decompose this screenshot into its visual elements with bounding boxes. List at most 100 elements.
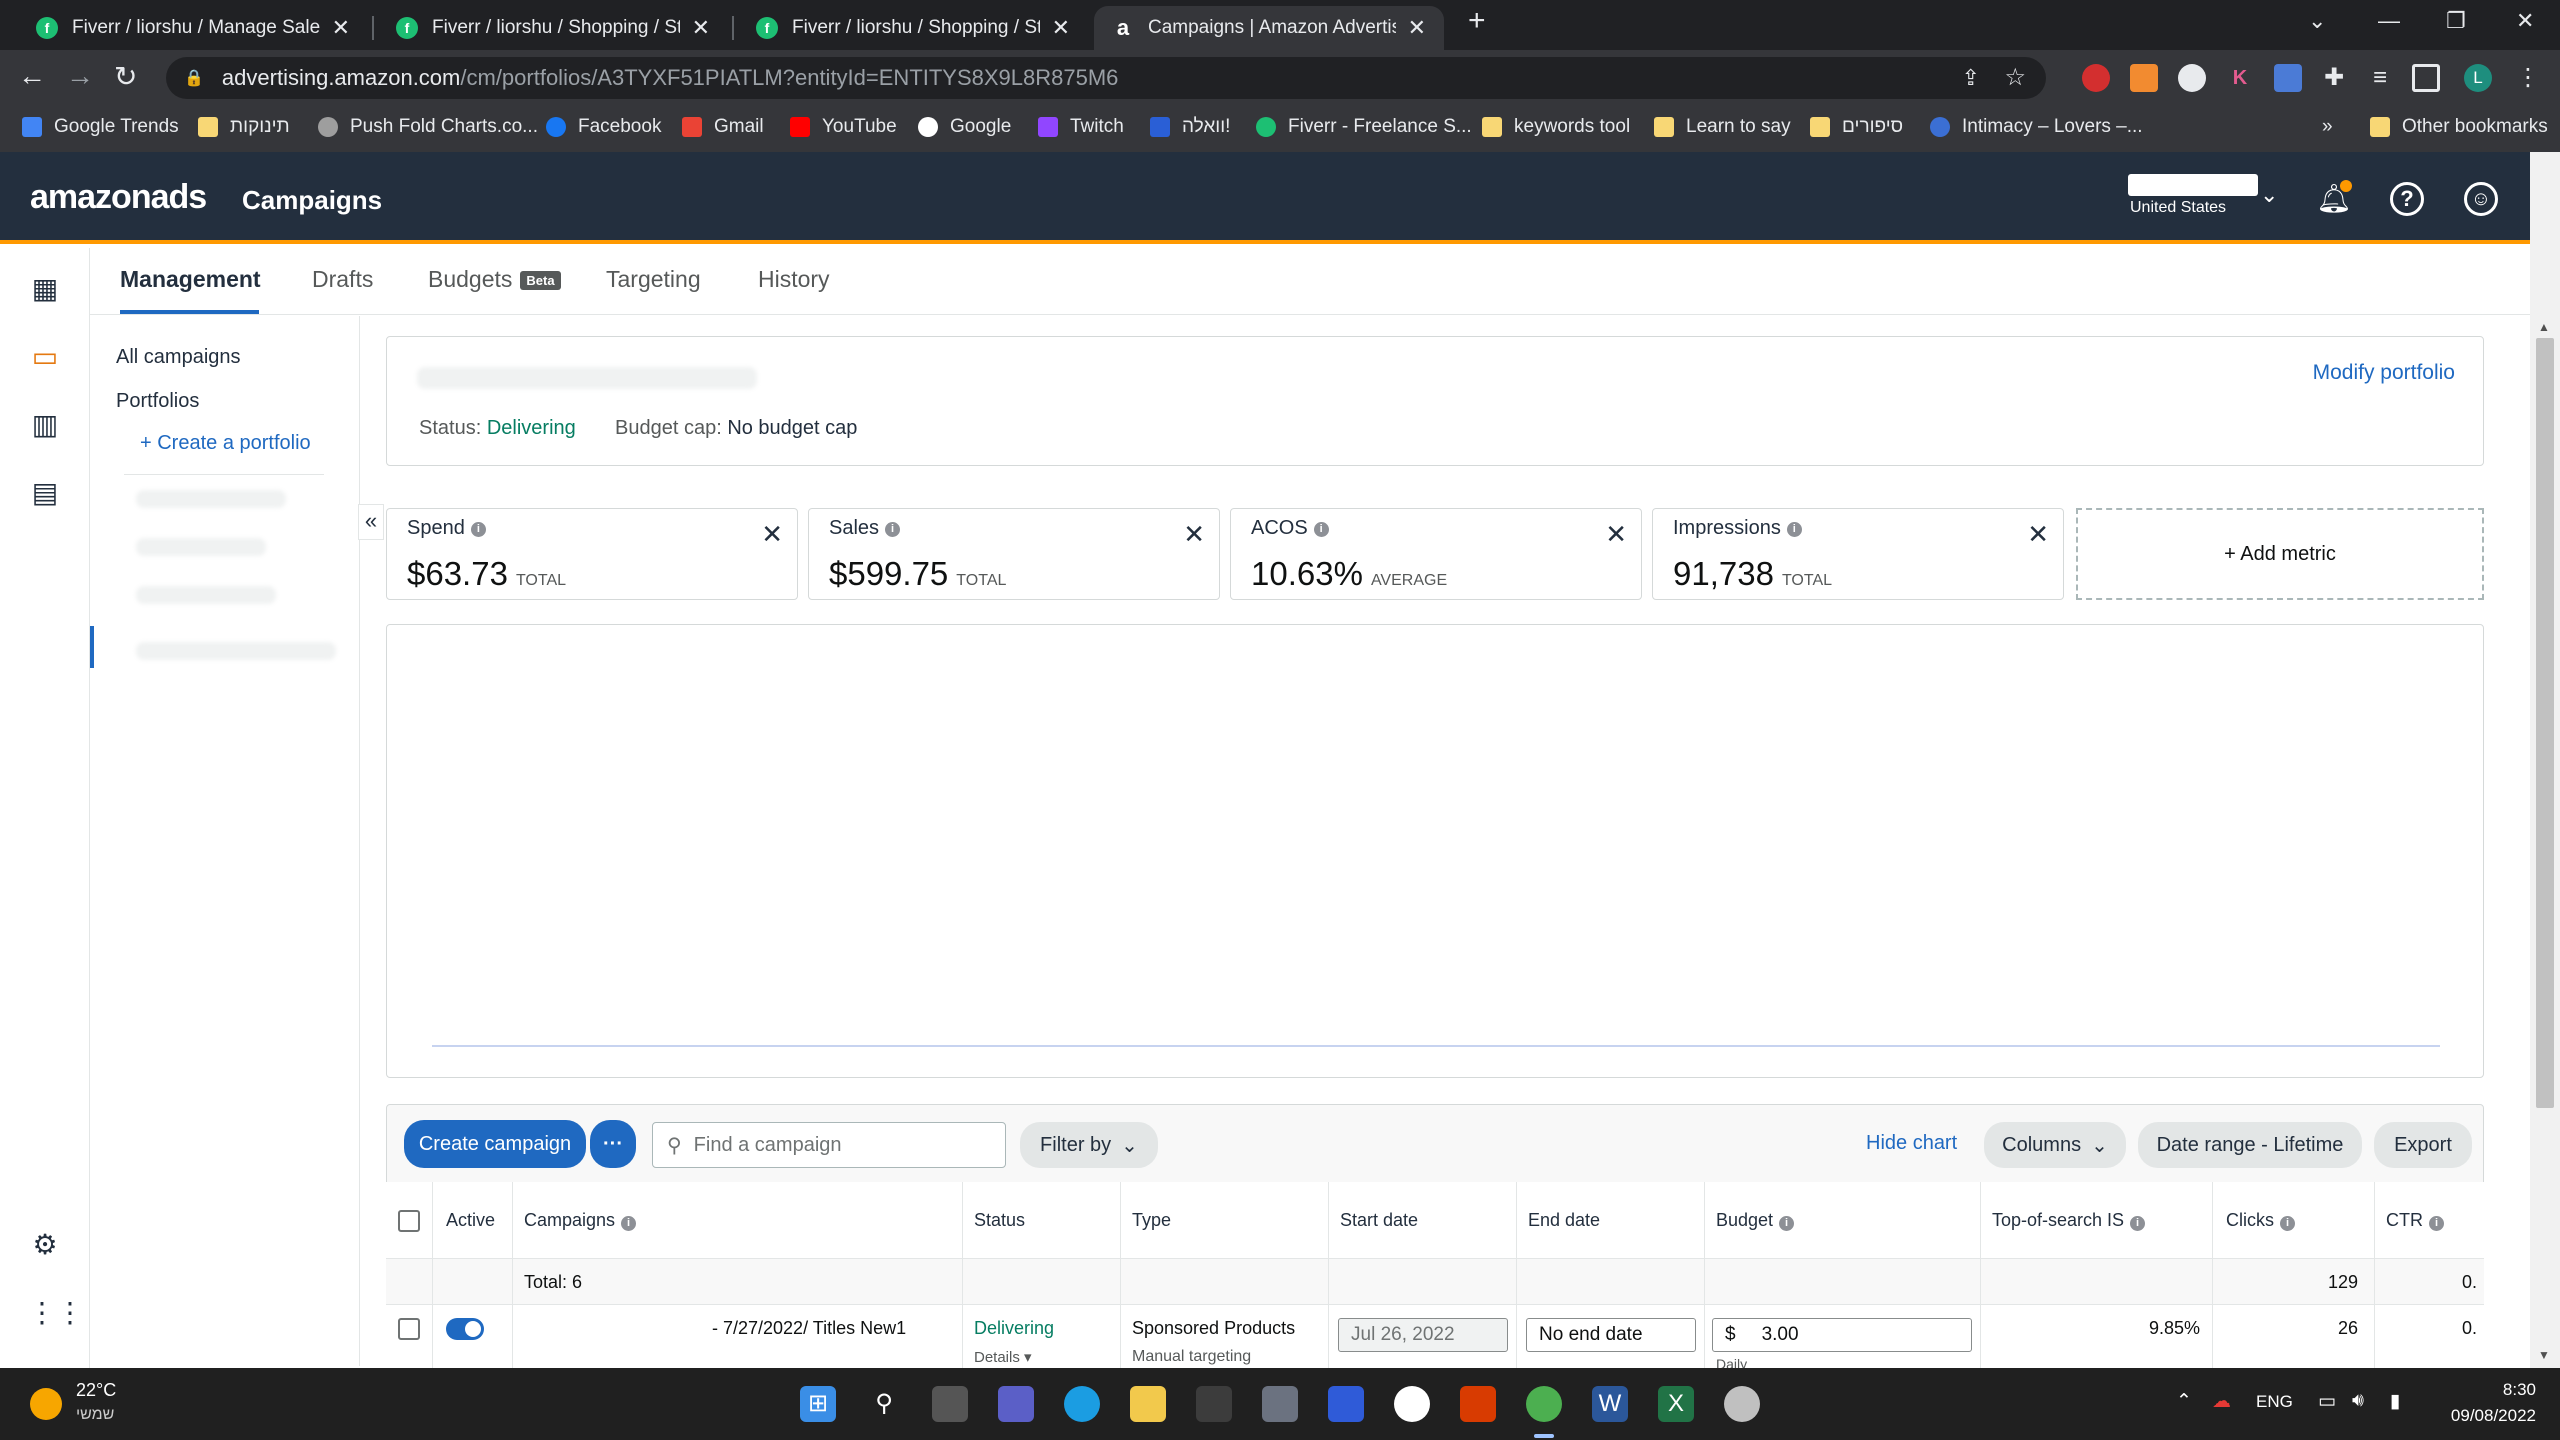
bookmark-item[interactable]: Gmail [682,116,764,138]
scroll-down-icon[interactable]: ▼ [2538,1348,2550,1362]
browser-tab[interactable]: f Fiverr / liorshu / Manage Sales ✕ [18,6,368,50]
media-icon[interactable]: ▤ [28,476,62,510]
side-panel-icon[interactable] [2412,64,2440,92]
tray-chevron-icon[interactable]: ⌃ [2176,1390,2192,1413]
adblock-extension-icon[interactable] [2082,64,2110,92]
create-campaign-button[interactable]: Create campaign [404,1120,586,1168]
metric-card-acos[interactable]: ACOS i ✕ 10.63% AVERAGE [1230,508,1642,600]
metric-card-spend[interactable]: Spend i ✕ $63.73 TOTAL [386,508,798,600]
add-metric-button[interactable]: + Add metric [2076,508,2484,600]
weather-temp[interactable]: 22°C [76,1380,116,1401]
campaign-name-link[interactable]: - 7/27/2022/ Titles New1 [712,1318,906,1339]
browser-tab[interactable]: f Fiverr / liorshu / Shopping / Statu ✕ [738,6,1088,50]
star-icon[interactable]: ☆ [2004,63,2026,92]
budget-input[interactable]: $ 3.00 [1712,1318,1972,1352]
browser-tab[interactable]: f Fiverr / liorshu / Shopping / Statu ✕ [378,6,728,50]
close-icon[interactable]: ✕ [1183,519,1205,550]
start-date-field[interactable]: Jul 26, 2022 [1338,1318,1508,1352]
tab-history[interactable]: History [758,266,830,293]
details-dropdown[interactable]: Details ▾ [974,1348,1032,1366]
tab-drafts[interactable]: Drafts [312,266,373,293]
help-icon[interactable]: ? [2390,182,2424,216]
bookmark-item[interactable]: YouTube [790,116,897,138]
new-tab-icon[interactable]: + [1468,4,1486,38]
bookmark-folder[interactable]: Learn to say [1654,116,1791,138]
info-icon[interactable]: i [1786,522,1802,538]
bookmark-folder[interactable]: תינוקות [198,116,290,138]
create-portfolio-link[interactable]: + Create a portfolio [140,432,311,455]
other-bookmarks[interactable]: Other bookmarks [2370,116,2548,138]
columns-button[interactable]: Columns ⌄ [1984,1122,2126,1168]
chevron-down-icon[interactable]: ⌄ [2260,182,2278,208]
select-all-checkbox[interactable] [398,1210,420,1232]
column-header-budget[interactable]: Budget i [1716,1210,1795,1231]
column-header-campaigns[interactable]: Campaigns i [524,1210,637,1231]
word-icon[interactable]: W [1592,1386,1628,1422]
column-header-ctr[interactable]: CTR i [2386,1210,2444,1231]
app-icon[interactable] [1262,1386,1298,1422]
battery-icon[interactable]: ▮ [2390,1390,2400,1413]
page-scrollbar[interactable]: ▲ ▼ [2530,152,2560,1368]
bookmark-item[interactable]: Intimacy – Lovers –... [1930,116,2143,138]
office-icon[interactable] [1460,1386,1496,1422]
search-icon[interactable]: ⚲ [866,1386,902,1422]
maximize-icon[interactable]: ❐ [2446,8,2466,34]
chrome-icon[interactable] [1526,1386,1562,1422]
export-button[interactable]: Export [2374,1122,2472,1168]
close-icon[interactable]: ✕ [692,15,710,41]
extension-icon[interactable] [2178,64,2206,92]
bookmark-item[interactable]: Facebook [546,116,661,138]
info-icon[interactable]: i [470,522,486,538]
task-view-icon[interactable] [932,1386,968,1422]
bookmark-item[interactable]: Fiverr - Freelance S... [1256,116,1472,138]
column-header-status[interactable]: Status [974,1210,1025,1231]
gear-icon[interactable]: ⚙ [28,1228,62,1262]
window-close-icon[interactable]: ✕ [2516,8,2534,34]
tab-search-icon[interactable]: ⌄ [2308,8,2326,34]
minimize-icon[interactable]: — [2378,8,2400,34]
search-input[interactable]: ⚲ Find a campaign [652,1122,1006,1168]
portfolio-item-redacted[interactable] [136,586,276,604]
info-icon[interactable]: i [621,1216,637,1231]
teams-chat-icon[interactable] [998,1386,1034,1422]
clock-time[interactable]: 8:30 [2476,1380,2536,1400]
browser-tab-active[interactable]: a Campaigns | Amazon Advertising ✕ [1094,6,1444,50]
edge-icon[interactable] [1064,1386,1100,1422]
info-icon[interactable]: i [2130,1216,2146,1231]
volume-icon[interactable]: 🔊︎ [2352,1390,2364,1412]
info-icon[interactable]: i [1779,1216,1795,1231]
address-bar[interactable]: 🔒 advertising.amazon.com/cm/portfolios/A… [166,57,2046,99]
close-icon[interactable]: ✕ [1408,15,1426,41]
scroll-up-icon[interactable]: ▲ [2538,320,2550,334]
close-icon[interactable]: ✕ [761,519,783,550]
tab-budgets[interactable]: Budgets Beta [428,266,561,293]
close-icon[interactable]: ✕ [1605,519,1627,550]
bookmark-item[interactable]: וואלה! [1150,116,1230,138]
network-icon[interactable]: ▭ [2318,1390,2336,1413]
extension-icon[interactable] [2130,64,2158,92]
column-header-type[interactable]: Type [1132,1210,1171,1231]
info-icon[interactable]: i [1313,522,1329,538]
hide-chart-link[interactable]: Hide chart [1866,1132,1957,1155]
start-windows-icon[interactable]: ⊞ [800,1386,836,1422]
reading-list-icon[interactable]: ≡ [2366,64,2394,92]
portfolio-item-redacted[interactable] [136,642,336,660]
active-toggle[interactable] [446,1318,484,1340]
column-header-clicks[interactable]: Clicks i [2226,1210,2295,1231]
all-campaigns-link[interactable]: All campaigns [116,346,241,369]
bookmark-folder[interactable]: סיפורים [1810,116,1903,138]
column-header-end-date[interactable]: End date [1528,1210,1600,1231]
extensions-puzzle-icon[interactable]: ✚ [2320,64,2348,92]
campaigns-icon[interactable]: ▭ [28,340,62,374]
metric-card-impressions[interactable]: Impressions i ✕ 91,738 TOTAL [1652,508,2064,600]
close-icon[interactable]: ✕ [2027,519,2049,550]
bookmark-folder[interactable]: keywords tool [1482,116,1630,138]
onedrive-icon[interactable]: ☁ [2212,1390,2231,1413]
more-bookmarks-icon[interactable]: » [2322,116,2333,138]
amazonads-logo[interactable]: amazonads [30,178,207,217]
share-icon[interactable]: ⇪ [1962,65,1980,91]
reports-chart-icon[interactable]: ▥ [28,408,62,442]
scrollbar-thumb[interactable] [2536,338,2554,1108]
date-range-button[interactable]: Date range - Lifetime [2138,1122,2362,1168]
column-header-start-date[interactable]: Start date [1340,1210,1418,1231]
